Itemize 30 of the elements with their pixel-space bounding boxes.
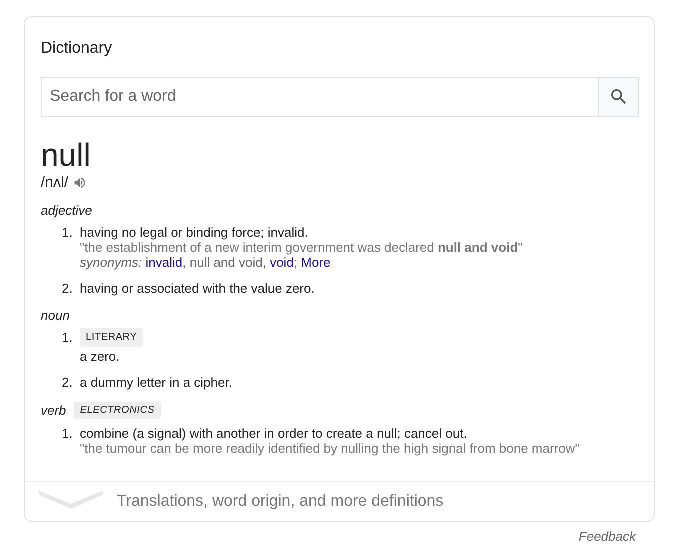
search-field[interactable]: Search for a word: [41, 77, 598, 117]
search-button[interactable]: [598, 77, 639, 117]
definition-text: having no legal or binding force; invalid.: [80, 225, 308, 240]
definition-text: a zero.: [80, 349, 120, 364]
example-text: "the establishment of a new interim government was declared null and void": [80, 240, 523, 255]
domain-label: ELECTRONICS: [74, 402, 161, 419]
example-text: "the tumour can be more readily identified by nulling the high signal from bone marrow": [80, 441, 580, 456]
sense-number: 1.: [62, 330, 74, 347]
definition-text: combine (a signal) with another in order to create a null; cancel out.: [80, 426, 468, 441]
more-definitions-button[interactable]: Translations, word origin, and more definitions: [25, 481, 654, 521]
part-of-speech: verb: [41, 403, 66, 418]
speaker-icon[interactable]: [72, 176, 87, 190]
pronunciation: /nʌl/: [41, 174, 69, 191]
card-title: Dictionary: [41, 39, 112, 59]
sense-number: 1.: [62, 426, 74, 443]
sense-number: 1.: [62, 225, 74, 242]
feedback-link[interactable]: Feedback: [578, 529, 636, 544]
definition-text: having or associated with the value zero.: [80, 281, 315, 296]
sense-number: 2.: [62, 281, 74, 296]
definition-text: a dummy letter in a cipher.: [80, 375, 232, 390]
headword: null: [41, 137, 91, 173]
part-of-speech: noun: [41, 308, 70, 323]
register-label: LITERARY: [80, 328, 144, 347]
synonym-link[interactable]: invalid: [146, 255, 183, 270]
part-of-speech: adjective: [41, 203, 92, 218]
search-icon: [608, 87, 628, 107]
synonym-link[interactable]: More: [301, 255, 331, 270]
synonym-link[interactable]: void: [270, 255, 294, 270]
synonyms-text: synonyms: invalid, null and void, void; More: [80, 255, 331, 270]
sense-number: 2.: [62, 375, 74, 390]
